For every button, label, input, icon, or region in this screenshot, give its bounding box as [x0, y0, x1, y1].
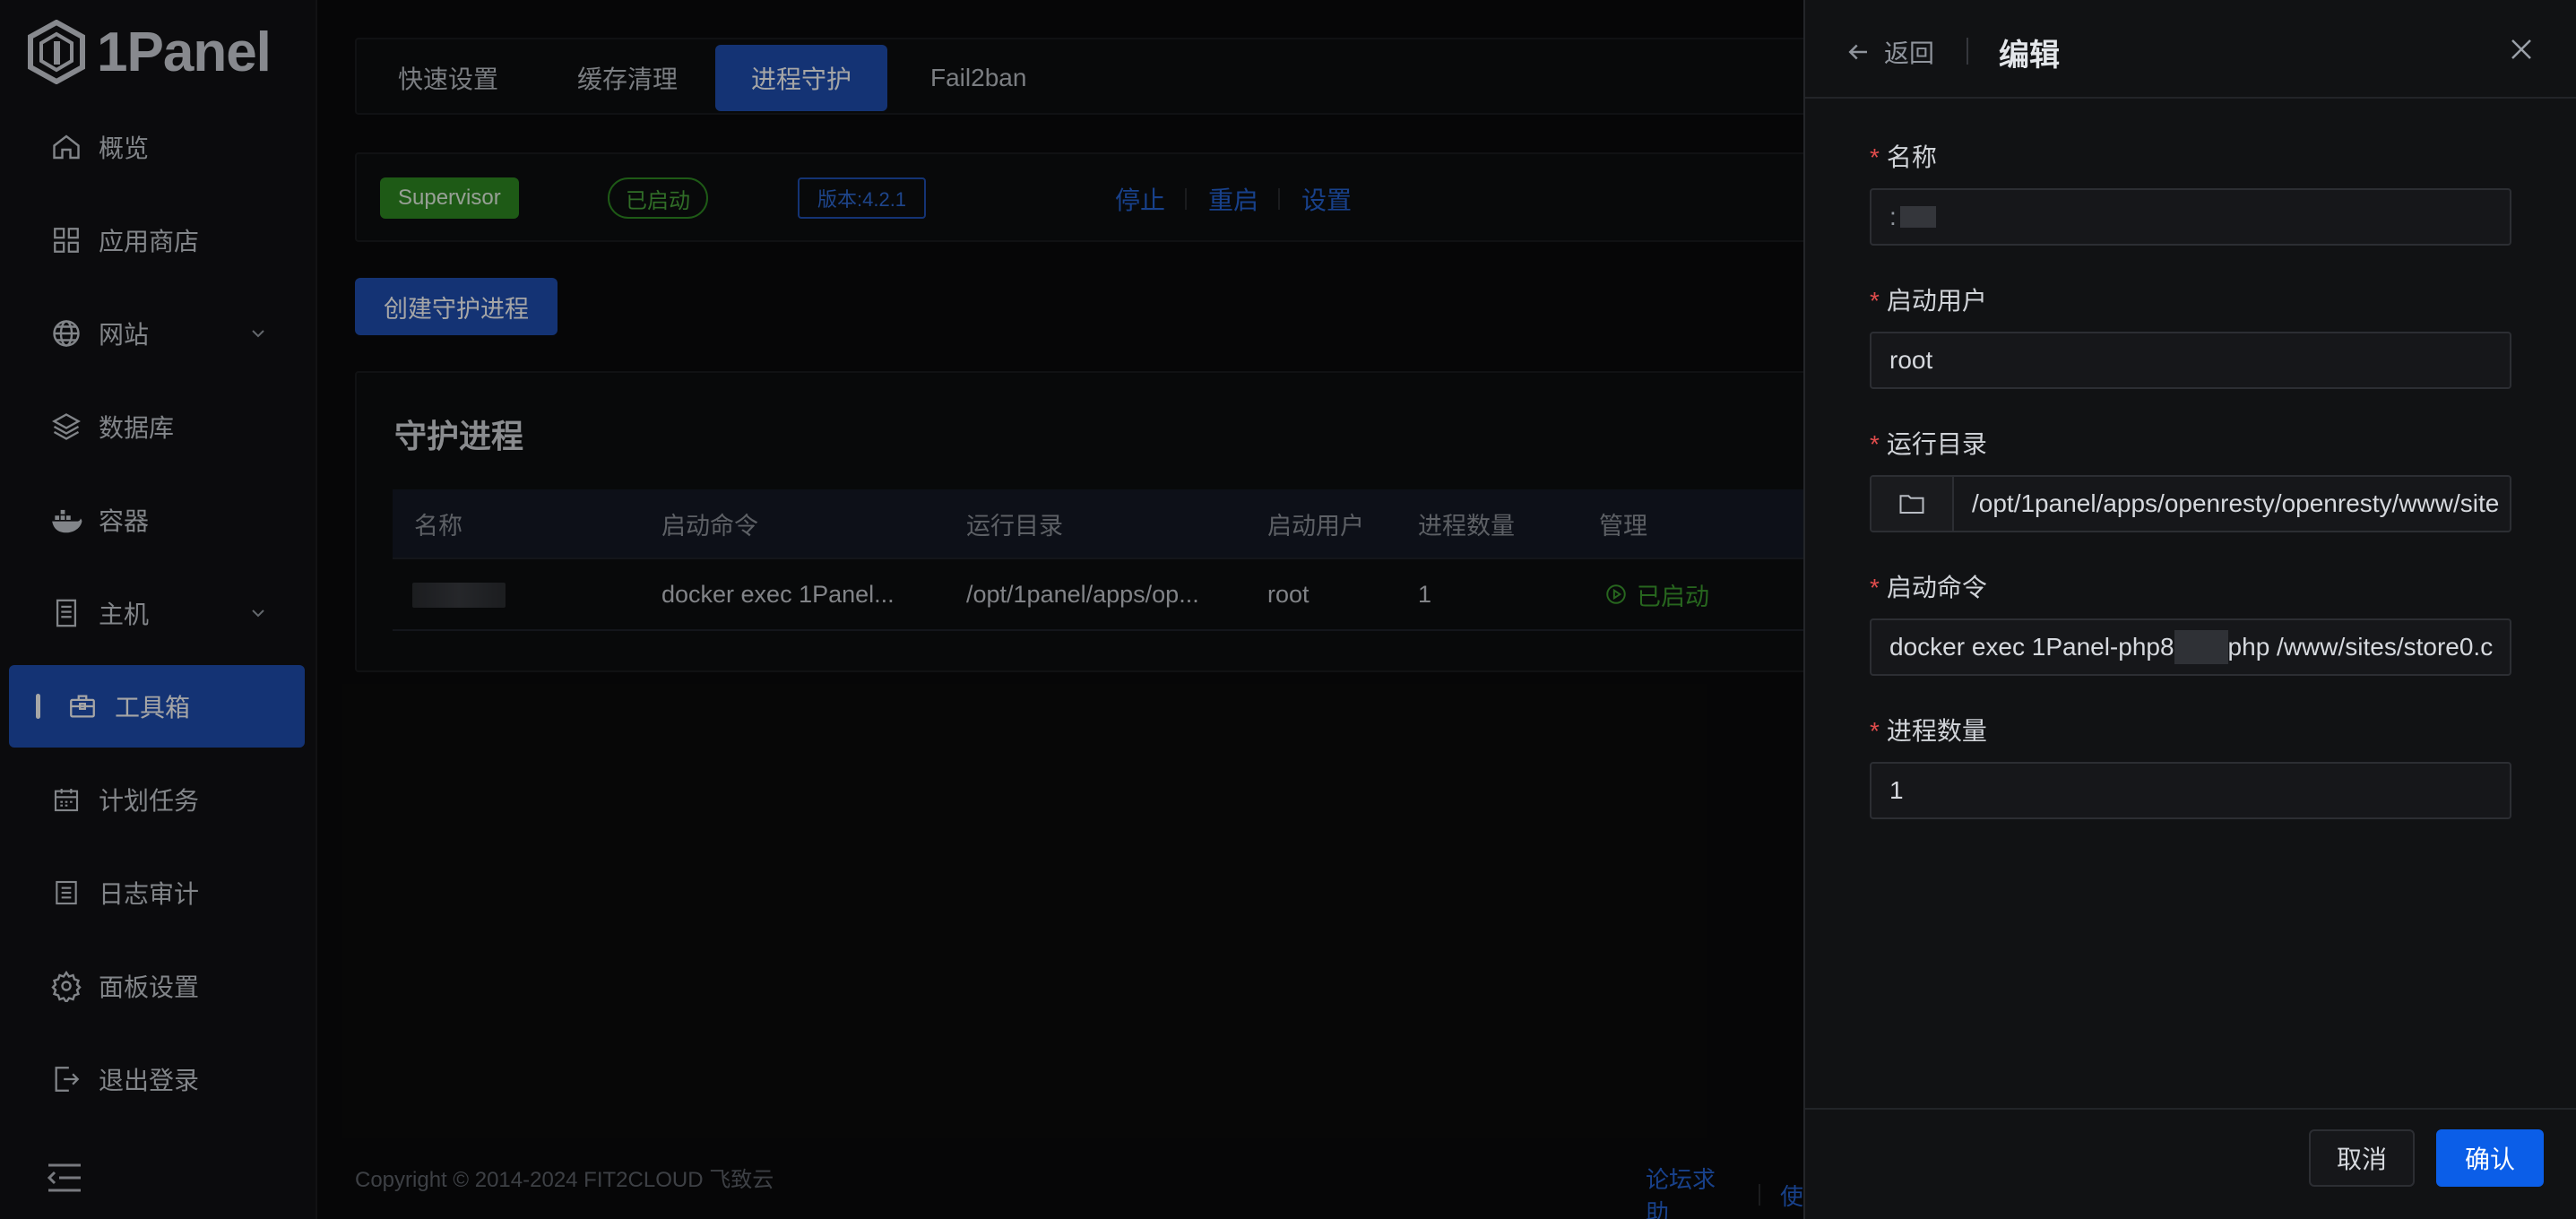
divider — [1967, 38, 1968, 65]
back-label: 返回 — [1884, 39, 1935, 67]
cmd-prefix: docker exec 1Panel-php8 — [1889, 633, 2174, 661]
user-field-label: * 启动用户 — [1870, 287, 1987, 315]
cmd-suffix: php /www/sites/store0.c — [2227, 633, 2494, 661]
back-button[interactable]: 返回 — [1845, 34, 1934, 70]
count-field-label: * 进程数量 — [1870, 717, 1987, 745]
edit-drawer: 返回 编辑 * 名称 : * 启动用户 root * 运行目录 /opt/1panel… — [1803, 0, 2576, 1219]
cmd-field[interactable]: docker exec 1Panel-php8 php /www/sites/st… — [1870, 618, 2511, 676]
drawer-overlay-mask[interactable] — [0, 0, 1803, 1219]
folder-picker-button[interactable] — [1871, 477, 1954, 531]
dir-field-group: /opt/1panel/apps/openresty/openresty/www… — [1870, 475, 2511, 532]
confirm-button[interactable]: 确认 — [2436, 1129, 2544, 1187]
count-field[interactable]: 1 — [1870, 762, 2511, 819]
redacted-value — [2174, 630, 2228, 664]
user-field[interactable]: root — [1870, 332, 2511, 389]
name-field[interactable]: : — [1870, 188, 2511, 246]
redacted-value — [1899, 206, 1936, 228]
dir-field[interactable]: /opt/1panel/apps/openresty/openresty/www… — [1954, 477, 2510, 531]
drawer-header: 返回 编辑 — [1805, 0, 2576, 99]
cancel-button[interactable]: 取消 — [2309, 1129, 2415, 1187]
cmd-field-label: * 启动命令 — [1870, 574, 1987, 601]
folder-icon — [1899, 495, 1924, 514]
arrow-left-icon — [1848, 44, 1867, 60]
drawer-footer: 取消 确认 — [1805, 1108, 2576, 1219]
close-icon[interactable] — [2508, 36, 2535, 63]
dir-field-label: * 运行目录 — [1870, 430, 1987, 458]
name-field-label: * 名称 — [1870, 143, 1937, 171]
drawer-title: 编辑 — [1999, 39, 2060, 73]
